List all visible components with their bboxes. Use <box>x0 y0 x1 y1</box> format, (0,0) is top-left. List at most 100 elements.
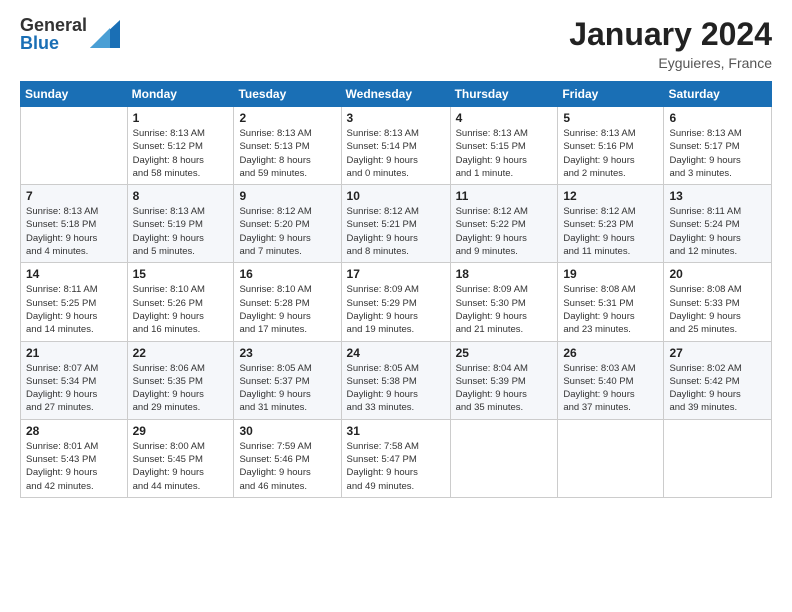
week-row-1: 1 Sunrise: 8:13 AMSunset: 5:12 PMDaylight… <box>21 107 772 185</box>
day-number: 7 <box>26 189 122 203</box>
day-cell: 21 Sunrise: 8:07 AMSunset: 5:34 PMDayligh… <box>21 341 128 419</box>
calendar-table: Sunday Monday Tuesday Wednesday Thursday… <box>20 81 772 498</box>
day-info: Sunrise: 8:10 AMSunset: 5:28 PMDaylight:… <box>239 283 335 336</box>
day-info: Sunrise: 8:13 AMSunset: 5:16 PMDaylight:… <box>563 127 658 180</box>
day-number: 17 <box>347 267 445 281</box>
day-cell: 19Sunrise: 8:08 AMSunset: 5:31 PMDayligh… <box>558 263 664 341</box>
logo-general: General <box>20 16 87 34</box>
day-number: 31 <box>347 424 445 438</box>
day-info: Sunrise: 8:01 AMSunset: 5:43 PMDaylight:… <box>26 440 122 493</box>
day-cell: 15 Sunrise: 8:10 AMSunset: 5:26 PMDayligh… <box>127 263 234 341</box>
day-number: 2 <box>239 111 335 125</box>
day-cell: 8 Sunrise: 8:13 AMSunset: 5:19 PMDaylight… <box>127 185 234 263</box>
day-info: Sunrise: 8:11 AMSunset: 5:25 PMDaylight:… <box>26 283 122 336</box>
day-number: 20 <box>669 267 766 281</box>
day-number: 21 <box>26 346 122 360</box>
day-number: 27 <box>669 346 766 360</box>
day-info: Sunrise: 8:13 AMSunset: 5:12 PMDaylight:… <box>133 127 229 180</box>
day-info: Sunrise: 8:03 AMSunset: 5:40 PMDaylight:… <box>563 362 658 415</box>
day-cell: 5Sunrise: 8:13 AMSunset: 5:16 PMDaylight… <box>558 107 664 185</box>
day-cell: 25Sunrise: 8:04 AMSunset: 5:39 PMDayligh… <box>450 341 558 419</box>
day-number: 15 <box>133 267 229 281</box>
day-info: Sunrise: 8:06 AMSunset: 5:35 PMDaylight:… <box>133 362 229 415</box>
col-monday: Monday <box>127 82 234 107</box>
day-info: Sunrise: 8:13 AMSunset: 5:17 PMDaylight:… <box>669 127 766 180</box>
day-number: 26 <box>563 346 658 360</box>
calendar-title: January 2024 <box>569 16 772 53</box>
day-cell: 17 Sunrise: 8:09 AMSunset: 5:29 PMDayligh… <box>341 263 450 341</box>
day-info: Sunrise: 8:08 AMSunset: 5:33 PMDaylight:… <box>669 283 766 336</box>
day-cell: 11Sunrise: 8:12 AMSunset: 5:22 PMDayligh… <box>450 185 558 263</box>
week-row-5: 28Sunrise: 8:01 AMSunset: 5:43 PMDayligh… <box>21 419 772 497</box>
day-cell: 18 Sunrise: 8:09 AMSunset: 5:30 PMDayligh… <box>450 263 558 341</box>
day-info: Sunrise: 8:13 AMSunset: 5:15 PMDaylight:… <box>456 127 553 180</box>
day-info: Sunrise: 8:13 AMSunset: 5:19 PMDaylight:… <box>133 205 229 258</box>
day-number: 4 <box>456 111 553 125</box>
day-info: Sunrise: 8:10 AMSunset: 5:26 PMDaylight:… <box>133 283 229 336</box>
day-cell <box>21 107 128 185</box>
day-number: 6 <box>669 111 766 125</box>
day-info: Sunrise: 8:09 AMSunset: 5:30 PMDaylight:… <box>456 283 553 336</box>
day-cell: 20 Sunrise: 8:08 AMSunset: 5:33 PMDayligh… <box>664 263 772 341</box>
day-cell: 12Sunrise: 8:12 AMSunset: 5:23 PMDayligh… <box>558 185 664 263</box>
day-info: Sunrise: 8:05 AMSunset: 5:37 PMDaylight:… <box>239 362 335 415</box>
day-info: Sunrise: 8:09 AMSunset: 5:29 PMDaylight:… <box>347 283 445 336</box>
day-info: Sunrise: 8:12 AMSunset: 5:21 PMDaylight:… <box>347 205 445 258</box>
col-wednesday: Wednesday <box>341 82 450 107</box>
day-info: Sunrise: 8:04 AMSunset: 5:39 PMDaylight:… <box>456 362 553 415</box>
day-number: 24 <box>347 346 445 360</box>
calendar-page: General Blue January 2024 Eyguieres, Fra… <box>0 0 792 612</box>
day-cell: 30Sunrise: 7:59 AMSunset: 5:46 PMDayligh… <box>234 419 341 497</box>
day-number: 18 <box>456 267 553 281</box>
day-number: 8 <box>133 189 229 203</box>
day-cell <box>558 419 664 497</box>
header-row: Sunday Monday Tuesday Wednesday Thursday… <box>21 82 772 107</box>
week-row-4: 21 Sunrise: 8:07 AMSunset: 5:34 PMDayligh… <box>21 341 772 419</box>
day-cell: 1 Sunrise: 8:13 AMSunset: 5:12 PMDaylight… <box>127 107 234 185</box>
title-section: January 2024 Eyguieres, France <box>569 16 772 71</box>
col-tuesday: Tuesday <box>234 82 341 107</box>
day-info: Sunrise: 8:13 AMSunset: 5:14 PMDaylight:… <box>347 127 445 180</box>
day-number: 30 <box>239 424 335 438</box>
day-info: Sunrise: 8:12 AMSunset: 5:20 PMDaylight:… <box>239 205 335 258</box>
logo-blue: Blue <box>20 34 87 52</box>
day-cell: 10 Sunrise: 8:12 AMSunset: 5:21 PMDayligh… <box>341 185 450 263</box>
day-cell: 26 Sunrise: 8:03 AMSunset: 5:40 PMDayligh… <box>558 341 664 419</box>
day-cell: 28Sunrise: 8:01 AMSunset: 5:43 PMDayligh… <box>21 419 128 497</box>
day-number: 1 <box>133 111 229 125</box>
day-info: Sunrise: 8:07 AMSunset: 5:34 PMDaylight:… <box>26 362 122 415</box>
day-cell: 9 Sunrise: 8:12 AMSunset: 5:20 PMDaylight… <box>234 185 341 263</box>
day-number: 22 <box>133 346 229 360</box>
day-number: 29 <box>133 424 229 438</box>
day-cell <box>450 419 558 497</box>
day-cell: 24Sunrise: 8:05 AMSunset: 5:38 PMDayligh… <box>341 341 450 419</box>
col-sunday: Sunday <box>21 82 128 107</box>
day-info: Sunrise: 8:02 AMSunset: 5:42 PMDaylight:… <box>669 362 766 415</box>
day-cell: 7Sunrise: 8:13 AMSunset: 5:18 PMDaylight… <box>21 185 128 263</box>
day-number: 10 <box>347 189 445 203</box>
day-info: Sunrise: 8:13 AMSunset: 5:13 PMDaylight:… <box>239 127 335 180</box>
day-number: 23 <box>239 346 335 360</box>
day-cell: 2 Sunrise: 8:13 AMSunset: 5:13 PMDaylight… <box>234 107 341 185</box>
day-cell: 16Sunrise: 8:10 AMSunset: 5:28 PMDayligh… <box>234 263 341 341</box>
day-number: 9 <box>239 189 335 203</box>
day-cell: 3 Sunrise: 8:13 AMSunset: 5:14 PMDaylight… <box>341 107 450 185</box>
col-saturday: Saturday <box>664 82 772 107</box>
day-cell: 27 Sunrise: 8:02 AMSunset: 5:42 PMDayligh… <box>664 341 772 419</box>
day-number: 11 <box>456 189 553 203</box>
day-info: Sunrise: 8:00 AMSunset: 5:45 PMDaylight:… <box>133 440 229 493</box>
day-number: 3 <box>347 111 445 125</box>
day-cell: 14 Sunrise: 8:11 AMSunset: 5:25 PMDayligh… <box>21 263 128 341</box>
logo-icon <box>90 20 120 48</box>
day-cell: 13 Sunrise: 8:11 AMSunset: 5:24 PMDayligh… <box>664 185 772 263</box>
day-number: 19 <box>563 267 658 281</box>
day-cell: 22 Sunrise: 8:06 AMSunset: 5:35 PMDayligh… <box>127 341 234 419</box>
day-info: Sunrise: 8:11 AMSunset: 5:24 PMDaylight:… <box>669 205 766 258</box>
day-cell <box>664 419 772 497</box>
header: General Blue January 2024 Eyguieres, Fra… <box>20 16 772 71</box>
day-cell: 23 Sunrise: 8:05 AMSunset: 5:37 PMDayligh… <box>234 341 341 419</box>
col-friday: Friday <box>558 82 664 107</box>
day-number: 14 <box>26 267 122 281</box>
day-number: 13 <box>669 189 766 203</box>
day-number: 12 <box>563 189 658 203</box>
